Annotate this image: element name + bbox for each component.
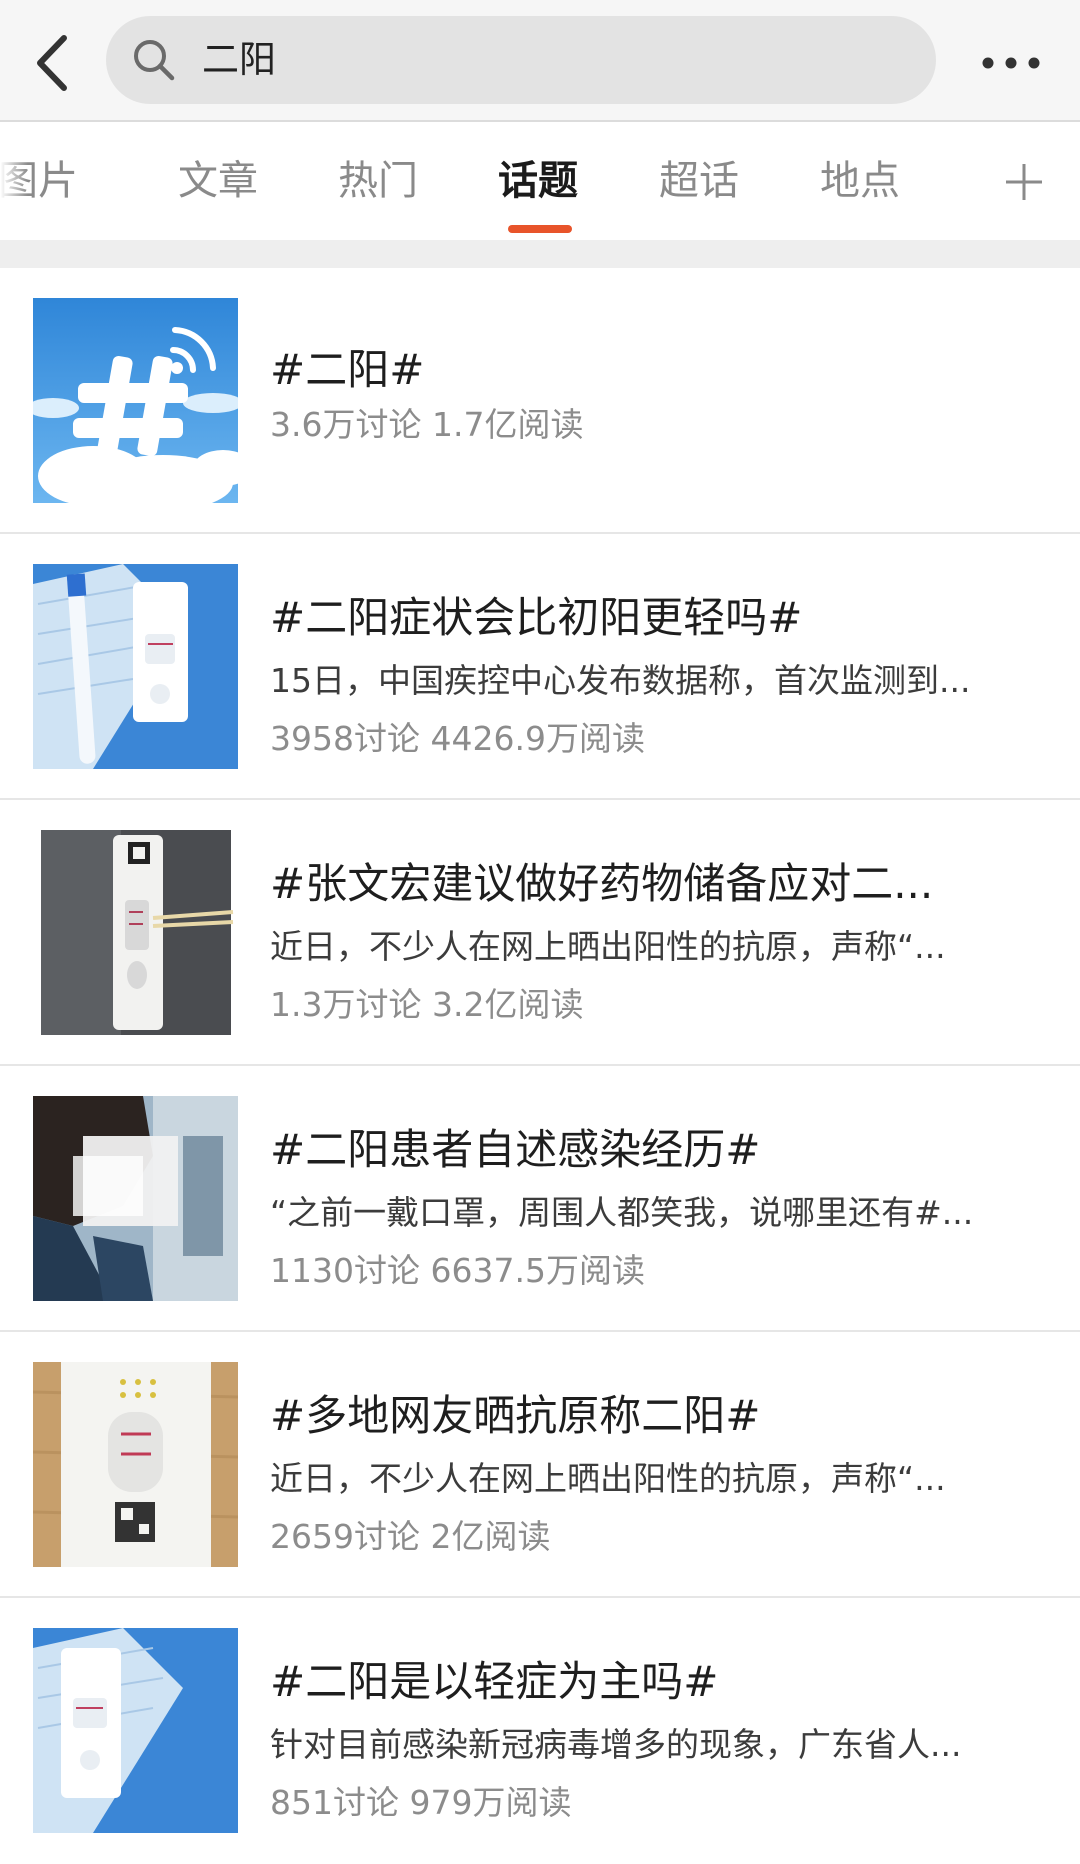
antigen-test-photo xyxy=(33,1628,238,1833)
topic-description: “之前一戴口罩，周围人都笑我，说哪里还有#... xyxy=(270,1193,974,1232)
topic-title: #张文宏建议做好药物储备应对二... xyxy=(270,859,934,908)
topic-title: #多地网友晒抗原称二阳# xyxy=(270,1391,761,1440)
add-tab-icon[interactable] xyxy=(1004,162,1044,202)
active-tab-indicator xyxy=(508,225,572,233)
topic-item[interactable]: #多地网友晒抗原称二阳# 近日，不少人在网上晒出阳性的抗原，声称“... 265… xyxy=(0,1332,1080,1598)
topic-description: 近日，不少人在网上晒出阳性的抗原，声称“... xyxy=(270,1459,946,1498)
topic-title: #二阳是以轻症为主吗# xyxy=(270,1657,719,1706)
topic-item[interactable]: #二阳是以轻症为主吗# 针对目前感染新冠病毒增多的现象，广东省人... 851讨… xyxy=(0,1598,1080,1864)
topic-description: 近日，不少人在网上晒出阳性的抗原，声称“... xyxy=(270,927,946,966)
hashtag-icon xyxy=(33,298,238,503)
search-icon xyxy=(130,36,178,84)
topic-item[interactable]: #二阳患者自述感染经历# “之前一戴口罩，周围人都笑我，说哪里还有#... 11… xyxy=(0,1066,1080,1332)
topic-item[interactable]: #张文宏建议做好药物储备应对二... 近日，不少人在网上晒出阳性的抗原，声称“.… xyxy=(0,800,1080,1066)
tab-articles[interactable]: 文章 xyxy=(178,122,258,240)
tab-topics[interactable]: 话题 xyxy=(498,122,578,240)
tab-places[interactable]: 地点 xyxy=(820,122,900,240)
topic-stats: 2659讨论 2亿阅读 xyxy=(270,1517,551,1556)
topic-title: #二阳患者自述感染经历# xyxy=(270,1125,761,1174)
person-photo xyxy=(33,1096,238,1301)
topic-stats: 3958讨论 4426.9万阅读 xyxy=(270,719,645,758)
antigen-test-photo xyxy=(33,1362,238,1567)
antigen-test-photo xyxy=(33,564,238,769)
tab-fade xyxy=(0,122,28,240)
tab-super-topics[interactable]: 超话 xyxy=(659,122,739,240)
search-query[interactable]: 二阳 xyxy=(202,16,276,104)
section-divider xyxy=(0,240,1080,268)
back-icon[interactable] xyxy=(30,28,80,98)
topic-item[interactable]: #二阳症状会比初阳更轻吗# 15日，中国疾控中心发布数据称，首次监测到... 3… xyxy=(0,534,1080,800)
topic-list: #二阳# 3.6万讨论 1.7亿阅读 #二阳症状会比初阳更轻吗# 15日，中国疾… xyxy=(0,268,1080,1864)
topic-title: #二阳# xyxy=(270,345,425,394)
topic-item[interactable]: #二阳# 3.6万讨论 1.7亿阅读 xyxy=(0,268,1080,534)
antigen-test-photo xyxy=(33,830,238,1035)
search-box[interactable]: 二阳 xyxy=(106,16,936,104)
tab-bar: 图片 文章 热门 话题 超话 地点 xyxy=(0,122,1080,240)
topic-title: #二阳症状会比初阳更轻吗# xyxy=(270,593,803,642)
topic-description: 针对目前感染新冠病毒增多的现象，广东省人... xyxy=(270,1725,962,1764)
topic-stats: 3.6万讨论 1.7亿阅读 xyxy=(270,405,584,444)
tab-hot[interactable]: 热门 xyxy=(338,122,418,240)
top-bar: 二阳 xyxy=(0,0,1080,122)
more-icon[interactable] xyxy=(978,38,1044,88)
topic-stats: 1.3万讨论 3.2亿阅读 xyxy=(270,985,584,1024)
topic-stats: 1130讨论 6637.5万阅读 xyxy=(270,1251,645,1290)
topic-description: 15日，中国疾控中心发布数据称，首次监测到... xyxy=(270,661,971,700)
topic-stats: 851讨论 979万阅读 xyxy=(270,1783,572,1822)
